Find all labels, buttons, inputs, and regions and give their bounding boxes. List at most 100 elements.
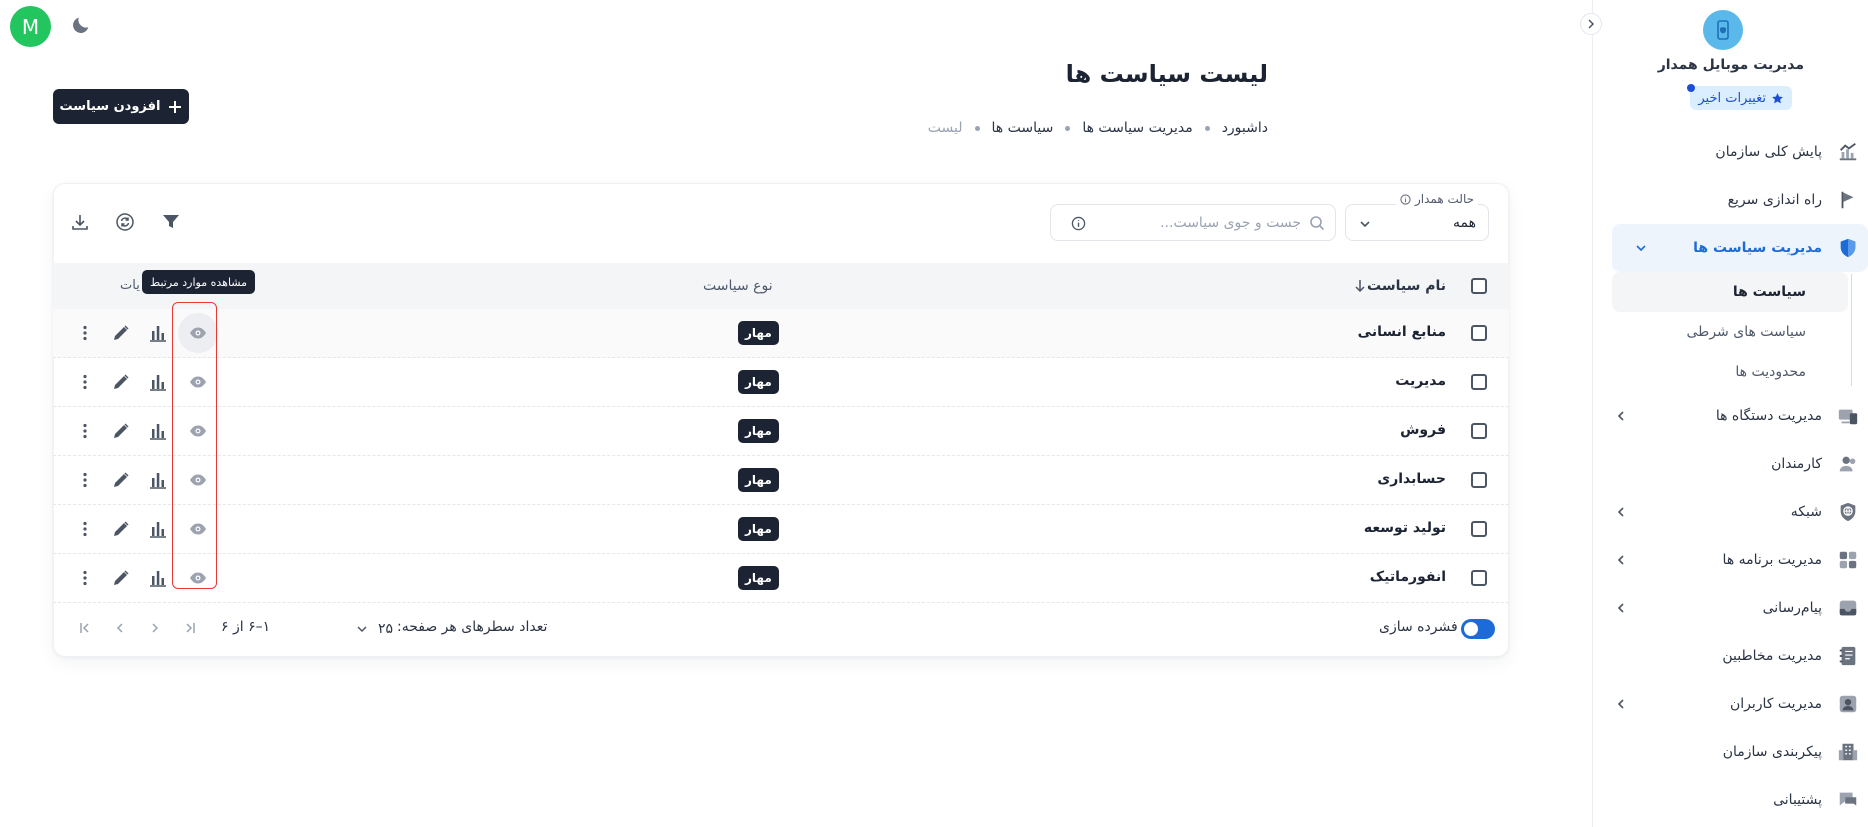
contacts-icon bbox=[1836, 644, 1860, 668]
more-options-button[interactable] bbox=[73, 419, 97, 443]
stats-button[interactable] bbox=[146, 566, 170, 590]
pencil-icon bbox=[114, 521, 129, 536]
view-related-button[interactable] bbox=[186, 321, 210, 345]
sidebar-item-overview[interactable]: پایش کلی سازمان bbox=[1592, 128, 1868, 176]
search-field[interactable] bbox=[1050, 204, 1336, 241]
add-policy-button[interactable]: افزودن سیاست bbox=[53, 89, 189, 124]
last-page-icon bbox=[80, 623, 89, 633]
policy-name[interactable]: فروش bbox=[1400, 422, 1446, 438]
previous-page-button[interactable] bbox=[144, 617, 166, 639]
more-options-button[interactable] bbox=[73, 321, 97, 345]
row-checkbox[interactable] bbox=[1471, 374, 1487, 390]
chevron-left-icon bbox=[1617, 699, 1624, 709]
table-row[interactable]: فروش مهار bbox=[53, 407, 1509, 456]
recent-changes-chip[interactable]: تغییرات اخیر bbox=[1687, 84, 1792, 110]
sidebar-subitem-policies[interactable]: سیاست ها bbox=[1612, 272, 1848, 312]
policy-type-badge: مهار bbox=[738, 419, 779, 443]
table-row[interactable]: انفورماتیک مهار bbox=[53, 554, 1509, 603]
info-icon[interactable] bbox=[1400, 193, 1411, 205]
sidebar-item-messaging[interactable]: پیام‌رسانی bbox=[1592, 584, 1868, 632]
info-icon[interactable] bbox=[1071, 216, 1086, 231]
sidebar-item-user-management[interactable]: مدیریت کاربران bbox=[1592, 680, 1868, 728]
dense-toggle[interactable] bbox=[1461, 619, 1495, 639]
edit-button[interactable] bbox=[109, 468, 133, 492]
select-all-checkbox[interactable] bbox=[1471, 278, 1487, 294]
next-page-button[interactable] bbox=[109, 617, 131, 639]
row-checkbox[interactable] bbox=[1471, 570, 1487, 586]
arrow-down-icon[interactable] bbox=[1353, 279, 1367, 293]
edit-button[interactable] bbox=[109, 321, 133, 345]
edit-button[interactable] bbox=[109, 517, 133, 541]
more-vertical-icon bbox=[83, 325, 87, 341]
stats-button[interactable] bbox=[146, 468, 170, 492]
more-options-button[interactable] bbox=[73, 566, 97, 590]
more-options-button[interactable] bbox=[73, 517, 97, 541]
rows-per-page-select[interactable]: ۲۵ bbox=[305, 618, 393, 640]
user-avatar[interactable]: M bbox=[10, 6, 51, 47]
sidebar-item-employees[interactable]: کارمندان bbox=[1592, 440, 1868, 488]
row-checkbox[interactable] bbox=[1471, 472, 1487, 488]
edit-button[interactable] bbox=[109, 419, 133, 443]
search-input[interactable] bbox=[1111, 214, 1301, 231]
row-checkbox[interactable] bbox=[1471, 325, 1487, 341]
sidebar-item-app-management[interactable]: مدیریت برنامه ها bbox=[1592, 536, 1868, 584]
sidebar-item-network[interactable]: شبکه bbox=[1592, 488, 1868, 536]
policy-name[interactable]: حسابداری bbox=[1377, 471, 1446, 487]
avatar-letter: M bbox=[21, 14, 40, 39]
last-page-button[interactable] bbox=[74, 617, 96, 639]
moon-icon[interactable] bbox=[70, 14, 92, 36]
eye-icon bbox=[190, 572, 206, 584]
first-page-button[interactable] bbox=[179, 617, 201, 639]
download-button[interactable] bbox=[66, 208, 94, 236]
policy-name[interactable]: انفورماتیک bbox=[1370, 569, 1446, 585]
column-header-name[interactable]: نام سیاست bbox=[1367, 278, 1446, 294]
view-related-button[interactable] bbox=[186, 370, 210, 394]
sidebar-collapse-button[interactable] bbox=[1580, 13, 1602, 35]
refresh-button[interactable] bbox=[111, 208, 139, 236]
table-row[interactable]: حسابداری مهار bbox=[53, 456, 1509, 505]
sidebar-item-quick-setup[interactable]: راه اندازی سریع bbox=[1592, 176, 1868, 224]
stats-button[interactable] bbox=[146, 517, 170, 541]
stats-button[interactable] bbox=[146, 419, 170, 443]
policy-name[interactable]: مدیریت bbox=[1395, 373, 1446, 389]
sidebar-item-policy-management[interactable]: مدیریت سیاست ها bbox=[1612, 224, 1868, 272]
policy-name[interactable]: تولید توسعه bbox=[1364, 520, 1446, 536]
row-checkbox[interactable] bbox=[1471, 521, 1487, 537]
table-row[interactable]: منابع انسانی مهار bbox=[53, 309, 1509, 358]
sidebar-subitem-label: سیاست های شرطی bbox=[1686, 324, 1806, 340]
more-options-button[interactable] bbox=[73, 468, 97, 492]
rows-per-page-label: تعداد سطرهای هر صفحه: bbox=[397, 619, 548, 635]
sidebar-item-label: پیکربندی سازمان bbox=[1722, 744, 1822, 760]
search-icon bbox=[1310, 215, 1325, 230]
edit-button[interactable] bbox=[109, 370, 133, 394]
view-related-button[interactable] bbox=[186, 566, 210, 590]
table-row[interactable]: تولید توسعه مهار bbox=[53, 505, 1509, 554]
table-row[interactable]: مدیریت مهار bbox=[53, 358, 1509, 407]
view-related-button[interactable] bbox=[186, 419, 210, 443]
policy-name[interactable]: منابع انسانی bbox=[1358, 324, 1446, 340]
stats-button[interactable] bbox=[146, 370, 170, 394]
edit-button[interactable] bbox=[109, 566, 133, 590]
view-related-button[interactable] bbox=[186, 517, 210, 541]
row-checkbox[interactable] bbox=[1471, 423, 1487, 439]
sidebar-subitem-restrictions[interactable]: محدودیت ها bbox=[1592, 352, 1868, 392]
sidebar-subitem-label: سیاست ها bbox=[1732, 284, 1806, 300]
sidebar-item-support[interactable]: پشتیبانی bbox=[1592, 776, 1868, 824]
stats-button[interactable] bbox=[146, 321, 170, 345]
breadcrumb-dashboard[interactable]: داشبورد bbox=[1222, 120, 1268, 136]
filter-button[interactable] bbox=[157, 208, 185, 236]
sidebar-item-device-management[interactable]: مدیریت دستگاه ها bbox=[1592, 392, 1868, 440]
sidebar-subitem-conditional-policies[interactable]: سیاست های شرطی bbox=[1592, 312, 1868, 352]
sidebar-item-label: شبکه bbox=[1790, 504, 1822, 520]
state-select[interactable]: همه bbox=[1345, 204, 1489, 241]
sidebar-item-label: مدیریت برنامه ها bbox=[1722, 552, 1822, 568]
chevron-right-icon bbox=[152, 623, 159, 633]
sidebar-item-org-config[interactable]: پیکربندی سازمان bbox=[1592, 728, 1868, 776]
breadcrumb-policy-management[interactable]: مدیریت سیاست ها bbox=[1082, 120, 1192, 136]
sidebar-item-contacts[interactable]: مدیریت مخاطبین bbox=[1592, 632, 1868, 680]
sidebar-item-label: پیام‌رسانی bbox=[1762, 600, 1822, 616]
breadcrumb: داشبورد مدیریت سیاست ها سیاست ها لیست bbox=[928, 120, 1268, 136]
view-related-button[interactable] bbox=[186, 468, 210, 492]
breadcrumb-policies[interactable]: سیاست ها bbox=[992, 120, 1054, 136]
more-options-button[interactable] bbox=[73, 370, 97, 394]
